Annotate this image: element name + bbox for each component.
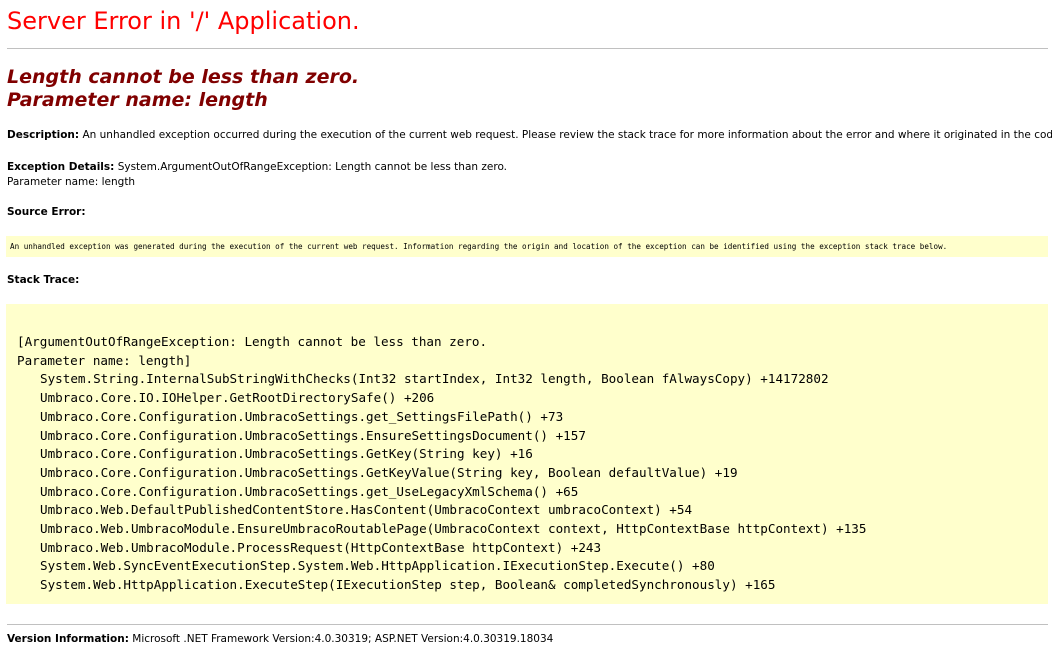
stack-frame: Umbraco.Web.DefaultPublishedContentStore… [40,502,693,518]
error-message: Length cannot be less than zero. Paramet… [7,66,359,112]
stack-trace-text: [ArgumentOutOfRangeException: Length can… [17,333,866,595]
exception-details-text: System.ArgumentOutOfRangeException: Leng… [117,161,508,173]
stack-trace-header-line2: Parameter name: length] [17,352,192,368]
page-title: Server Error in '/' Application. [7,7,360,35]
version-information-label: Version Information: [7,633,129,645]
exception-details: Exception Details: System.ArgumentOutOfR… [7,160,507,190]
description: Description: An unhandled exception occu… [7,128,1052,143]
description-text: An unhandled exception occurred during t… [82,129,1052,141]
source-error-text: An unhandled exception was generated dur… [10,242,948,251]
source-error-heading: Source Error: [7,205,86,220]
version-information-text: Microsoft .NET Framework Version:4.0.303… [132,633,554,645]
exception-details-label: Exception Details: [7,161,115,173]
stack-trace-label: Stack Trace: [7,274,80,286]
bottom-divider [7,624,1048,625]
stack-trace-heading: Stack Trace: [7,273,79,288]
top-divider [7,48,1048,49]
error-message-line1: Length cannot be less than zero. [7,66,360,88]
exception-details-parameter: Parameter name: length [7,176,136,188]
description-label: Description: [7,129,80,141]
error-message-line2: Parameter name: length [7,89,268,111]
stack-frame: Umbraco.Core.IO.IOHelper.GetRootDirector… [40,390,435,406]
stack-frame: Umbraco.Core.Configuration.UmbracoSettin… [40,483,579,499]
stack-frame: Umbraco.Core.Configuration.UmbracoSettin… [40,446,533,462]
version-information: Version Information: Microsoft .NET Fram… [7,632,553,647]
stack-frame: System.Web.SyncEventExecutionStep.System… [40,558,715,574]
stack-frame: Umbraco.Web.UmbracoModule.ProcessRequest… [40,539,602,555]
stack-frame: Umbraco.Core.Configuration.UmbracoSettin… [40,427,586,443]
stack-frame: System.String.InternalSubStringWithCheck… [40,371,829,387]
source-error-label: Source Error: [7,206,86,218]
stack-frame: System.Web.HttpApplication.ExecuteStep(I… [40,577,776,593]
stack-trace-box: [ArgumentOutOfRangeException: Length can… [6,304,1048,604]
stack-frame: Umbraco.Web.UmbracoModule.EnsureUmbracoR… [40,521,867,537]
stack-frame: Umbraco.Core.Configuration.UmbracoSettin… [40,408,564,424]
source-error-box: An unhandled exception was generated dur… [6,236,1048,257]
stack-trace-header-line1: [ArgumentOutOfRangeException: Length can… [17,334,488,349]
stack-frame: Umbraco.Core.Configuration.UmbracoSettin… [40,464,738,480]
